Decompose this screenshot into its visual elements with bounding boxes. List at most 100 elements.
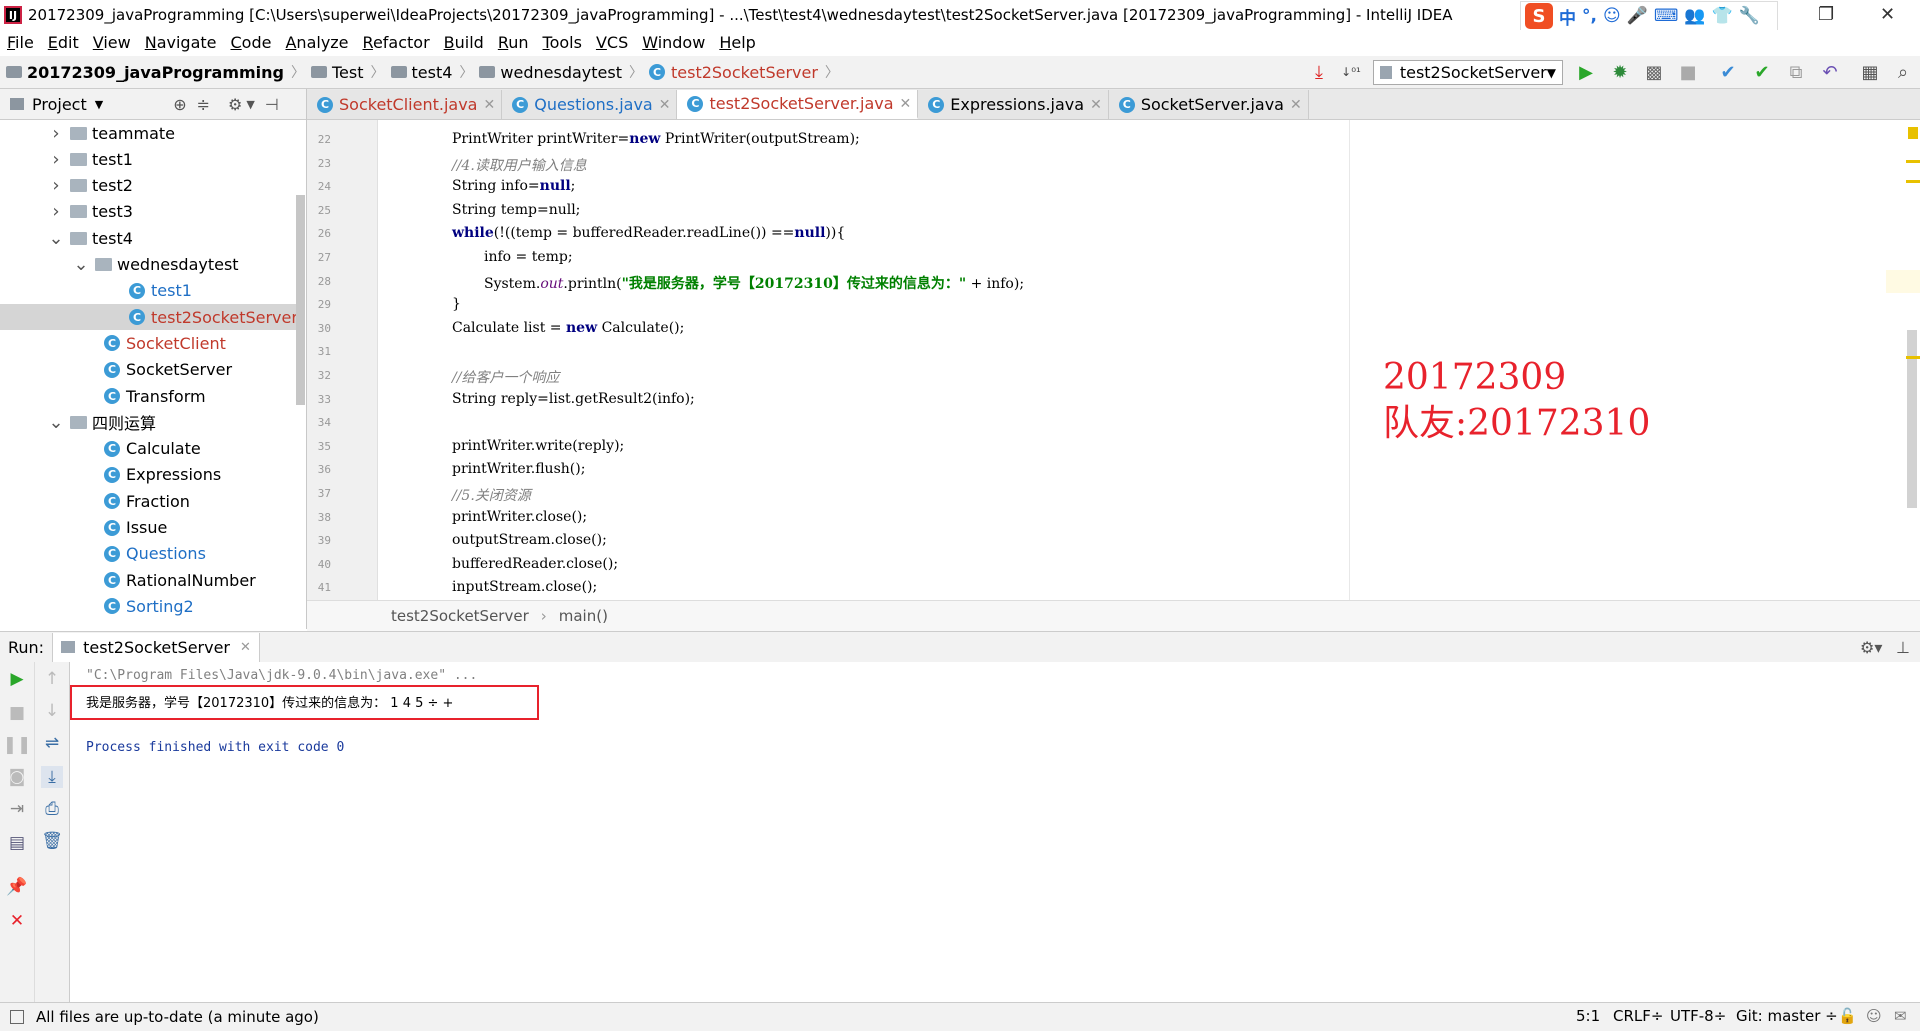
code-line[interactable]: printWriter.write(reply);: [452, 438, 624, 454]
code-line[interactable]: //5.关闭资源: [452, 485, 531, 505]
menu-vcs[interactable]: VCS: [589, 33, 635, 52]
layout-icon[interactable]: ▤: [6, 832, 28, 854]
down-arrow-icon[interactable]: ↓: [41, 700, 63, 722]
chevron-right-icon[interactable]: ›: [48, 149, 64, 170]
warning-marker[interactable]: [1908, 127, 1918, 139]
chevron-down-icon[interactable]: ⌄: [48, 412, 64, 433]
tab-socketclient[interactable]: C SocketClient.java ✕: [307, 90, 503, 119]
project-panel-title[interactable]: Project: [32, 95, 87, 114]
code-line[interactable]: while(!((temp = bufferedReader.readLine(…: [452, 225, 845, 241]
pause-icon[interactable]: ❚❚: [3, 734, 32, 756]
tree-folder[interactable]: › test1: [0, 146, 133, 172]
run-configuration-select[interactable]: test2SocketServer ▼: [1373, 60, 1563, 85]
ime-punctuation-icon[interactable]: °,: [1582, 6, 1597, 26]
tree-class[interactable]: C SocketClient: [0, 330, 226, 356]
tab-test2socketserver[interactable]: Ctest2SocketServer.java ✕: [677, 90, 919, 119]
tree-class[interactable]: C Fraction: [0, 488, 190, 514]
breadcrumb-method[interactable]: main(): [559, 607, 608, 625]
rerun-icon[interactable]: ▶: [6, 668, 28, 690]
project-scrollbar[interactable]: [296, 195, 305, 405]
ime-toolbar[interactable]: S 中 °, ☺ 🎤 ⌨ 👥 👕 🔧: [1520, 1, 1778, 31]
breadcrumb-item[interactable]: Ctest2SocketServer 〉: [648, 62, 839, 82]
ime-tools-icon[interactable]: 🔧: [1739, 6, 1760, 26]
chevron-down-icon[interactable]: ⌄: [73, 254, 89, 275]
breadcrumb-item[interactable]: 20172309_javaProgramming 〉: [6, 62, 305, 82]
menu-build[interactable]: Build: [437, 33, 491, 52]
menu-analyze[interactable]: Analyze: [278, 33, 355, 52]
menu-file[interactable]: File: [0, 33, 41, 52]
sort-binary-icon[interactable]: ↓⁰¹: [1341, 62, 1361, 82]
menu-code[interactable]: Code: [224, 33, 279, 52]
inspector-icon[interactable]: ☺: [1866, 1007, 1882, 1025]
code-line[interactable]: inputStream.close();: [452, 579, 597, 595]
ime-skin-icon[interactable]: 👕: [1712, 6, 1733, 26]
ime-keyboard-icon[interactable]: ⌨: [1654, 6, 1679, 26]
breadcrumb-class[interactable]: test2SocketServer: [391, 607, 529, 625]
project-structure-icon[interactable]: ▦: [1860, 62, 1880, 83]
close-icon[interactable]: ✕: [659, 97, 671, 113]
tree-class[interactable]: Ctest1: [0, 278, 192, 304]
code-line[interactable]: outputStream.close();: [452, 532, 607, 548]
code-line[interactable]: Calculate list = new Calculate();: [452, 320, 684, 336]
menu-navigate[interactable]: Navigate: [138, 33, 224, 52]
print-icon[interactable]: ⎙: [41, 798, 63, 820]
stop-icon[interactable]: ■: [1678, 62, 1698, 83]
menu-run[interactable]: Run: [491, 33, 536, 52]
locate-icon[interactable]: ⊕: [173, 95, 186, 114]
pin-icon[interactable]: 📌: [6, 876, 28, 898]
tree-class[interactable]: Ctest2SocketServer: [0, 304, 298, 331]
coverage-icon[interactable]: ▩: [1644, 62, 1664, 83]
git-branch[interactable]: Git: master ÷: [1736, 1007, 1838, 1025]
lock-icon[interactable]: 🔓: [1838, 1007, 1857, 1025]
code-line[interactable]: String reply=list.getResult2(info);: [452, 391, 695, 407]
tab-questions[interactable]: C Questions.java ✕: [502, 90, 678, 119]
debug-icon[interactable]: ✹: [1610, 62, 1630, 83]
search-icon[interactable]: ⌕: [1893, 62, 1913, 83]
close-icon[interactable]: ✕: [900, 96, 912, 112]
error-stripe-marker[interactable]: [1906, 356, 1920, 359]
vcs-update-icon[interactable]: ✔: [1718, 62, 1738, 83]
run-tab[interactable]: test2SocketServer ✕: [52, 632, 260, 662]
code-line[interactable]: printWriter.flush();: [452, 461, 585, 477]
menu-window[interactable]: Window: [635, 33, 712, 52]
tab-expressions[interactable]: C Expressions.java ✕: [918, 90, 1109, 119]
code-line[interactable]: //给客户一个响应: [452, 367, 559, 387]
run-icon[interactable]: ▶: [1576, 62, 1596, 83]
exit-icon[interactable]: ⇥: [6, 798, 28, 820]
error-stripe-marker[interactable]: [1906, 180, 1920, 183]
error-stripe-marker[interactable]: [1906, 160, 1920, 163]
tree-class[interactable]: C Questions: [0, 541, 206, 567]
event-log-icon[interactable]: ✉: [1894, 1007, 1907, 1025]
ime-chinese-mode[interactable]: 中: [1559, 4, 1576, 29]
tree-class[interactable]: C SocketServer: [0, 357, 232, 383]
tree-folder[interactable]: ⌄ wednesdaytest: [0, 252, 238, 278]
chevron-down-icon[interactable]: ▼: [95, 98, 103, 111]
tree-folder[interactable]: › teammate: [0, 120, 175, 146]
ime-emoji-icon[interactable]: ☺: [1603, 6, 1621, 26]
hide-panel-icon[interactable]: ⊣: [265, 95, 279, 114]
chevron-down-icon[interactable]: ⌄: [48, 228, 64, 249]
caret-position[interactable]: 5:1: [1576, 1007, 1600, 1025]
download-arrow-icon[interactable]: ⤓: [1309, 62, 1329, 83]
vcs-commit-icon[interactable]: ✔: [1752, 62, 1772, 83]
menu-help[interactable]: Help: [712, 33, 762, 52]
stop-icon[interactable]: ■: [6, 702, 28, 724]
hide-panel-icon[interactable]: ⊥: [1896, 638, 1910, 657]
close-icon[interactable]: ✕: [1090, 97, 1102, 113]
soft-wrap-icon[interactable]: ⇌: [41, 732, 63, 754]
close-window-icon[interactable]: ✕: [1880, 4, 1895, 25]
vcs-compare-icon[interactable]: ⧉: [1786, 62, 1806, 83]
tree-class[interactable]: C Expressions: [0, 462, 221, 488]
breadcrumb-item[interactable]: Test 〉: [311, 62, 385, 82]
ime-user-icon[interactable]: 👥: [1684, 6, 1705, 26]
tree-folder[interactable]: ⌄ test4: [0, 225, 132, 251]
tree-class[interactable]: C Calculate: [0, 436, 201, 462]
ime-voice-icon[interactable]: 🎤: [1627, 6, 1648, 26]
code-line[interactable]: System.out.println("我是服务器，学号【20172310】传过…: [484, 273, 1024, 293]
scroll-to-end-icon[interactable]: ⤓: [41, 766, 63, 788]
tree-folder[interactable]: › test3: [0, 199, 133, 225]
code-line[interactable]: bufferedReader.close();: [452, 556, 618, 572]
chevron-right-icon[interactable]: ›: [48, 201, 64, 222]
chevron-down-icon[interactable]: ▼: [246, 98, 254, 111]
breadcrumb-item[interactable]: wednesdaytest 〉: [479, 62, 643, 82]
